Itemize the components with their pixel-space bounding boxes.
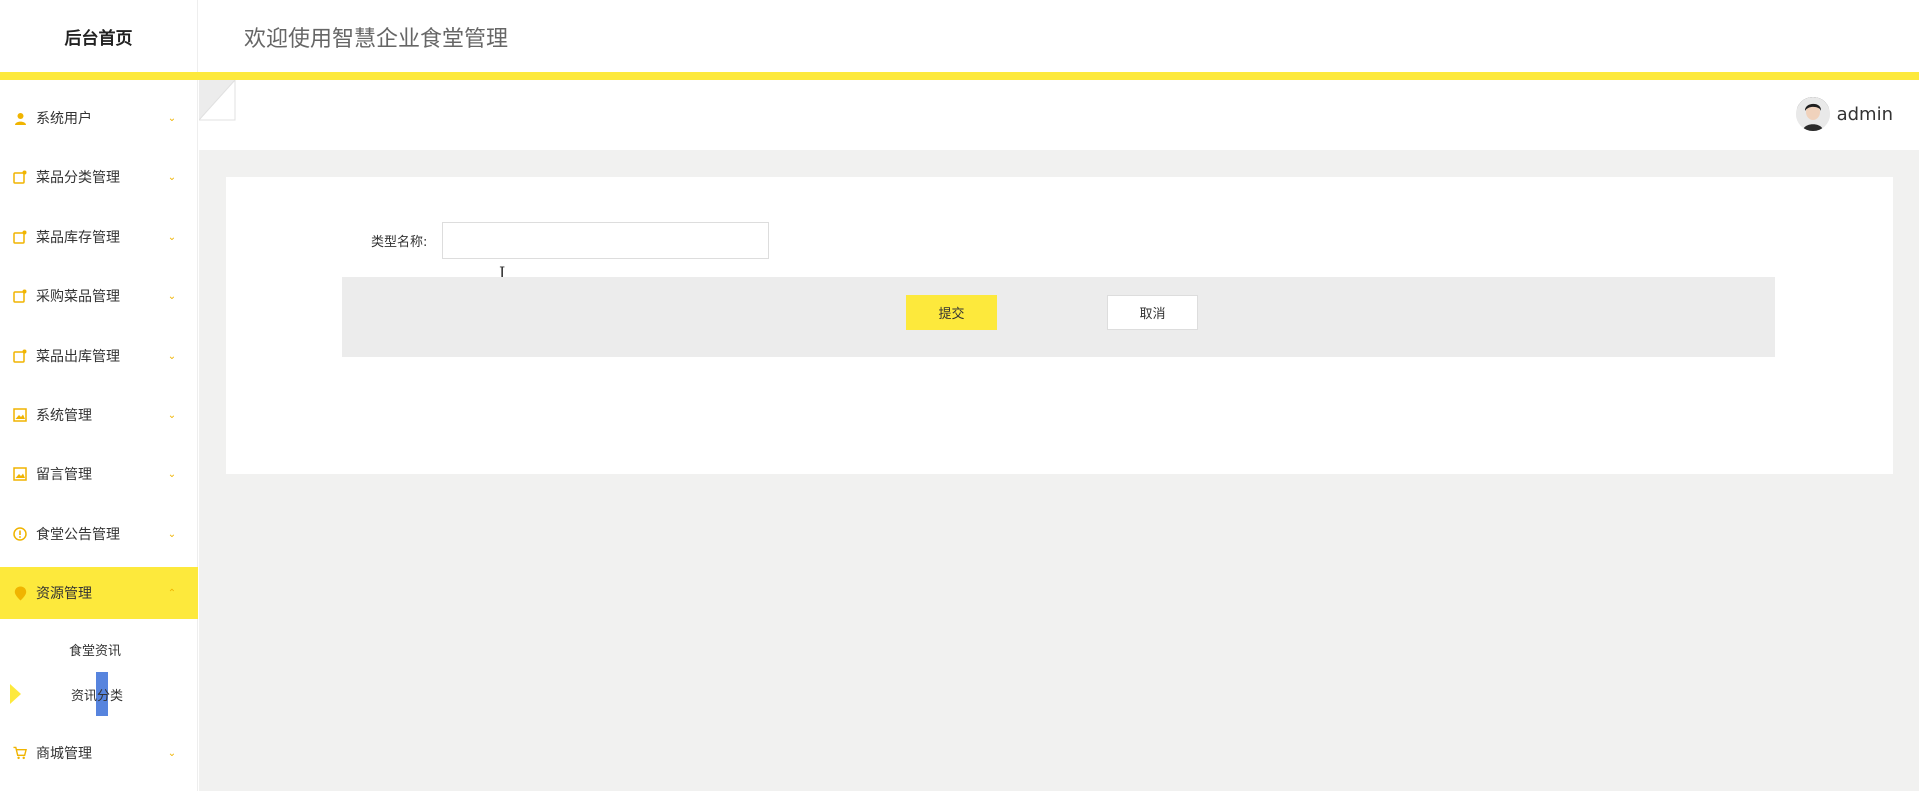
- cancel-button[interactable]: 取消: [1107, 295, 1198, 330]
- type-name-label: 类型名称:: [371, 235, 428, 250]
- chevron-down-icon: ⌄: [167, 468, 177, 480]
- header-accent-bar: [0, 72, 1919, 80]
- sidebar-item-label: 食堂公告管理: [36, 527, 120, 543]
- user-menu[interactable]: admin: [1795, 97, 1893, 131]
- sidebar-item-purchase[interactable]: 采购菜品管理 ⌄: [0, 270, 198, 322]
- sidebar-item-label: 资源管理: [36, 586, 92, 602]
- chevron-down-icon: ⌄: [167, 409, 177, 421]
- edit-box-icon: [13, 230, 27, 244]
- content-topbar: admin: [199, 80, 1919, 150]
- sidebar: 系统用户 ⌄ 菜品分类管理 ⌄ 菜品库存管理 ⌄ 采购菜品管理 ⌄ 菜品出库管理…: [0, 80, 198, 791]
- main-content: admin 类型名称: I 提交 取消: [199, 80, 1919, 791]
- chevron-down-icon: ⌄: [167, 290, 177, 302]
- image-icon: [13, 467, 27, 481]
- sidebar-item-label: 系统管理: [36, 408, 92, 424]
- submenu-item-canteen-news[interactable]: 食堂资讯: [0, 629, 198, 669]
- sidebar-item-dish-category[interactable]: 菜品分类管理 ⌄: [0, 151, 198, 203]
- submenu-item-label: 食堂资讯: [69, 643, 122, 659]
- sidebar-item-label: 采购菜品管理: [36, 289, 120, 305]
- sidebar-item-outbound[interactable]: 菜品出库管理 ⌄: [0, 330, 198, 382]
- sidebar-item-label: 系统用户: [36, 111, 92, 127]
- chevron-down-icon: ⌄: [167, 528, 177, 540]
- user-icon: [13, 111, 27, 125]
- info-circle-icon: [13, 527, 27, 541]
- edit-box-icon: [13, 349, 27, 363]
- chevron-down-icon: ⌄: [167, 747, 177, 759]
- sidebar-item-label: 商城管理: [36, 746, 92, 762]
- submenu-item-label: 资讯分类: [71, 688, 124, 704]
- username: admin: [1836, 103, 1893, 125]
- sidebar-item-dish-inventory[interactable]: 菜品库存管理 ⌄: [0, 211, 198, 263]
- chevron-down-icon: ⌄: [167, 171, 177, 183]
- sidebar-item-resources[interactable]: 资源管理 ⌃: [0, 567, 198, 619]
- type-name-input[interactable]: [442, 222, 769, 259]
- edit-box-icon: [13, 289, 27, 303]
- submit-button[interactable]: 提交: [906, 295, 997, 330]
- sidebar-item-system-management[interactable]: 系统管理 ⌄: [0, 389, 198, 441]
- cart-icon: [13, 746, 27, 760]
- sidebar-item-announcements[interactable]: 食堂公告管理 ⌄: [0, 508, 198, 560]
- sidebar-item-label: 留言管理: [36, 467, 92, 483]
- form-button-panel: 提交 取消: [342, 277, 1775, 357]
- form-card: 类型名称: I 提交 取消: [226, 177, 1893, 474]
- chevron-down-icon: ⌄: [167, 350, 177, 362]
- sidebar-item-messages[interactable]: 留言管理 ⌄: [0, 448, 198, 500]
- edit-box-icon: [13, 170, 27, 184]
- location-pin-icon: [13, 586, 27, 600]
- chevron-up-icon: ⌃: [167, 587, 177, 599]
- sidebar-item-label: 菜品分类管理: [36, 170, 120, 186]
- image-icon: [13, 408, 27, 422]
- submenu-item-news-category[interactable]: 资讯分类: [0, 672, 198, 716]
- chevron-down-icon: ⌄: [167, 112, 177, 124]
- chevron-down-icon: ⌄: [167, 231, 177, 243]
- active-marker-icon: [10, 684, 21, 704]
- avatar: [1795, 97, 1830, 131]
- page-welcome-title: 欢迎使用智慧企业食堂管理: [244, 27, 509, 52]
- sidebar-item-shop[interactable]: 商城管理 ⌄: [0, 727, 198, 779]
- brand-home-link[interactable]: 后台首页: [0, 0, 198, 72]
- sidebar-item-label: 菜品库存管理: [36, 230, 120, 246]
- sidebar-toggle-icon[interactable]: [199, 80, 237, 122]
- sidebar-item-label: 菜品出库管理: [36, 349, 120, 365]
- sidebar-item-system-users[interactable]: 系统用户 ⌄: [0, 92, 198, 144]
